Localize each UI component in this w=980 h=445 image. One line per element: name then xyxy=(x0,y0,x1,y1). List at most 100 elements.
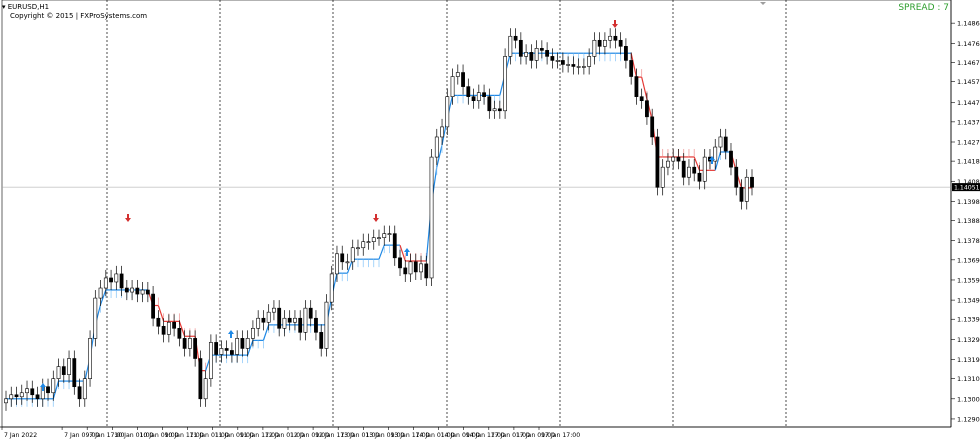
x-tick-label: 17 Jan 17:00 xyxy=(541,432,580,439)
candle-body xyxy=(419,263,423,273)
sell-arrow-icon xyxy=(125,214,131,222)
candle-body xyxy=(298,317,303,333)
candle-body xyxy=(613,35,618,41)
candle-body xyxy=(335,253,339,275)
candle-body xyxy=(634,76,639,97)
candle-body xyxy=(350,247,355,263)
candle-body xyxy=(56,366,61,379)
y-tick-label: 1.14670 xyxy=(957,59,980,67)
candle-body xyxy=(266,311,271,323)
candle-body xyxy=(671,156,676,162)
candle-body xyxy=(151,293,155,319)
candle-body xyxy=(676,156,681,162)
candle-body xyxy=(124,287,129,293)
candle-body xyxy=(35,394,40,400)
candle-body xyxy=(434,136,439,158)
candle-body xyxy=(645,100,649,118)
collapse-triangle-icon[interactable]: ▾ xyxy=(2,3,6,11)
candle-body xyxy=(345,261,350,264)
candle-body xyxy=(166,321,171,335)
candle-body xyxy=(497,108,502,112)
candle-body xyxy=(492,108,497,112)
candle-body xyxy=(366,241,371,243)
sell-arrow-icon-shape xyxy=(612,20,618,28)
candlestick-chart: 1.14865 1.14765 1.14670 1.14575 1.14470 1.143… xyxy=(0,0,980,439)
candle-body xyxy=(403,267,408,275)
trend-line-segment xyxy=(641,76,648,100)
candle-body xyxy=(482,92,486,97)
y-tick-label: 1.13590 xyxy=(957,276,980,284)
candle-body xyxy=(314,317,318,333)
copyright-label: Copyright © 2015 | FXProSystems.com xyxy=(10,12,148,20)
candle-body xyxy=(103,277,108,289)
candle-body xyxy=(487,96,492,112)
candle-body xyxy=(203,378,208,400)
spread-indicator: SPREAD : 7 xyxy=(898,3,949,13)
candle-body xyxy=(666,160,670,168)
candle-body xyxy=(513,35,518,41)
candle-body xyxy=(46,386,50,394)
sell-arrow-icon xyxy=(373,214,379,222)
candle-body xyxy=(329,273,334,303)
candle-body xyxy=(508,35,513,57)
candle-body xyxy=(466,86,471,97)
plot-frame xyxy=(1,0,952,428)
candle-body xyxy=(744,176,749,202)
buy-arrow-icon xyxy=(228,330,234,338)
candle-body xyxy=(560,60,565,65)
candle-body xyxy=(571,64,576,67)
candle-body xyxy=(534,48,539,61)
y-tick-label: 1.13785 xyxy=(957,237,980,245)
candle-body xyxy=(25,388,29,394)
candle-body xyxy=(450,76,455,97)
sell-arrow-icon-shape xyxy=(373,214,379,222)
candle-body xyxy=(603,39,607,47)
candle-body xyxy=(361,241,366,249)
candle-body xyxy=(67,358,71,375)
candle-body xyxy=(308,307,313,319)
candle-body xyxy=(193,338,198,359)
candle-body xyxy=(9,394,14,400)
candle-body xyxy=(576,66,581,68)
candle-body xyxy=(503,56,507,112)
candle-body xyxy=(597,39,602,47)
candle-body xyxy=(445,96,450,128)
candle-body xyxy=(718,136,723,148)
candle-body xyxy=(282,317,287,329)
symbol-timeframe-text: EURUSD,H1 xyxy=(7,3,50,11)
candle-body xyxy=(455,72,460,77)
candle-body xyxy=(114,273,119,283)
y-tick-label: 1.13690 xyxy=(957,256,980,264)
candle-body xyxy=(251,328,255,339)
candle-body xyxy=(729,150,733,168)
candle-body xyxy=(655,136,660,188)
candle-body xyxy=(629,60,634,77)
candle-body xyxy=(230,350,234,355)
candle-body xyxy=(750,176,754,188)
candle-body xyxy=(566,64,571,66)
candle-body xyxy=(156,317,161,327)
candle-body xyxy=(681,160,686,178)
candle-body xyxy=(398,257,402,269)
y-tick-label: 1.13295 xyxy=(957,336,980,344)
y-tick-label: 1.13195 xyxy=(957,356,980,364)
candle-body xyxy=(145,289,150,295)
sell-arrow-icon xyxy=(612,20,618,28)
candle-body xyxy=(387,233,392,235)
candle-body xyxy=(608,35,613,41)
y-tick-label: 1.14470 xyxy=(957,99,980,107)
candle-body xyxy=(424,263,429,279)
candle-body xyxy=(550,56,555,61)
candle-body xyxy=(240,338,245,349)
candle-body xyxy=(287,317,292,323)
candle-body xyxy=(518,39,523,57)
candle-body xyxy=(130,287,134,293)
candle-body xyxy=(93,297,98,339)
candle-body xyxy=(198,358,203,400)
candle-body xyxy=(88,338,92,379)
candle-body xyxy=(235,338,240,355)
y-tick-label: 1.14275 xyxy=(957,138,980,146)
candle-body xyxy=(61,366,66,375)
candle-body xyxy=(319,332,324,349)
candle-body xyxy=(592,39,597,57)
